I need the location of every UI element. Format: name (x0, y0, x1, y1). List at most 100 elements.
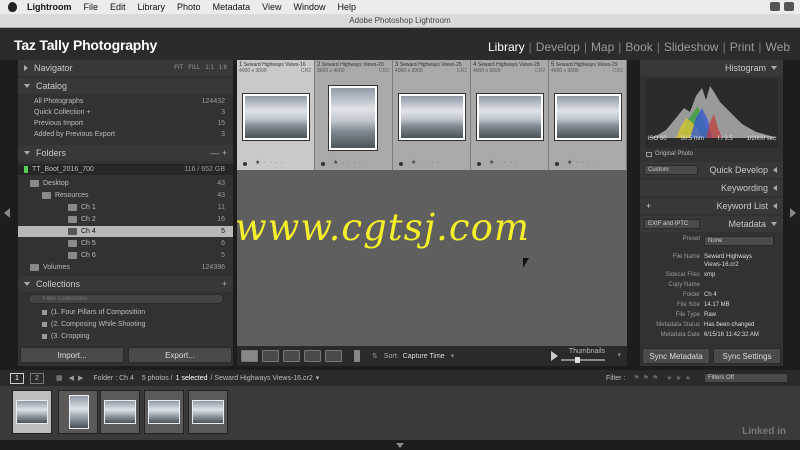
survey-view-icon[interactable] (304, 350, 321, 362)
people-view-icon[interactable] (325, 350, 342, 362)
collection-item[interactable]: (2. Composing While Shooting (18, 319, 233, 330)
folder-ch2[interactable]: Ch 2 16 (18, 214, 233, 225)
menu-library[interactable]: Library (138, 2, 166, 12)
photo-thumbnail[interactable] (243, 94, 309, 140)
collection-item[interactable]: (3. Cropping (18, 331, 233, 342)
volume-row[interactable]: TT_Boot_2016_700 116 / 652 GB (18, 164, 233, 175)
photo-thumbnail[interactable] (555, 94, 621, 140)
folder-resources[interactable]: Resources 43 (18, 190, 233, 201)
forward-arrow-icon[interactable]: ▶ (78, 374, 83, 382)
flag-icon[interactable] (243, 162, 247, 166)
folder-source-label[interactable]: Folder : Ch 4 (93, 375, 133, 382)
module-map[interactable]: Map (587, 40, 618, 54)
chevron-down-icon[interactable]: ▾ (316, 374, 320, 382)
chevron-down-icon[interactable]: ▾ (451, 352, 455, 360)
flag-icon[interactable] (399, 162, 403, 166)
flag-icon[interactable] (555, 162, 559, 166)
catalog-previous-import[interactable]: Previous Import 15 (18, 118, 233, 129)
grid-cell[interactable]: 2 Seward Highways Views-20 3000 x 4000 CR… (315, 60, 393, 170)
selected-file-name[interactable]: / Seward Highways Views-16.cr2 (211, 375, 313, 382)
menu-help[interactable]: Help (337, 2, 356, 12)
grid-cell[interactable]: 5 Seward Highways Views-29 4000 x 3000 CR… (549, 60, 627, 170)
folder-ch1[interactable]: Ch 1 11 (18, 202, 233, 213)
add-collection-icon[interactable]: + (222, 279, 233, 289)
menu-edit[interactable]: Edit (110, 2, 126, 12)
folder-ch5[interactable]: Ch 56 (18, 238, 233, 249)
compare-view-icon[interactable] (283, 350, 300, 362)
export-button[interactable]: Export... (128, 347, 232, 363)
menu-view[interactable]: View (262, 2, 281, 12)
menu-file[interactable]: File (84, 2, 99, 12)
folder-desktop[interactable]: Desktop 43 (18, 178, 233, 189)
menu-window[interactable]: Window (293, 2, 325, 12)
menu-metadata[interactable]: Metadata (213, 2, 251, 12)
sort-direction-icon[interactable]: ⇅ (372, 352, 378, 360)
metadata-preset-select[interactable]: None (704, 236, 774, 246)
menu-app[interactable]: Lightroom (27, 2, 72, 12)
airplay-icon[interactable] (770, 2, 780, 11)
photo-thumbnail[interactable] (329, 86, 377, 150)
back-arrow-icon[interactable]: ◀ (69, 374, 74, 382)
metadata-set-select[interactable]: EXIF and IPTC (644, 219, 700, 229)
catalog-added-by-export[interactable]: Added by Previous Export 3 (18, 129, 233, 140)
star-rating[interactable]: ★ · · · · (411, 159, 440, 166)
catalog-header[interactable]: Catalog (18, 78, 233, 94)
module-develop[interactable]: Develop (532, 40, 584, 54)
metadata-header[interactable]: EXIF and IPTC Metadata (640, 216, 783, 232)
filmstrip-toggle-icon[interactable] (396, 443, 404, 448)
filmstrip-thumbnail[interactable] (144, 390, 184, 434)
module-web[interactable]: Web (762, 40, 794, 54)
catalog-quick-collection[interactable]: Quick Collection +3 (18, 107, 233, 118)
histogram-header[interactable]: Histogram (640, 60, 783, 76)
filmstrip-thumbnail[interactable] (188, 390, 228, 434)
star-rating[interactable]: ★ · · · · (567, 159, 596, 166)
slider-knob[interactable] (574, 357, 580, 363)
module-book[interactable]: Book (621, 40, 656, 54)
add-keyword-icon[interactable]: + (646, 201, 651, 211)
filmstrip-thumbnail[interactable] (12, 390, 52, 434)
flag-icon[interactable] (477, 162, 481, 166)
add-folder-icon[interactable]: — + (210, 148, 233, 158)
filmstrip-thumbnail[interactable] (100, 390, 140, 434)
module-slideshow[interactable]: Slideshow (660, 40, 723, 54)
thumbnail-size-slider[interactable] (561, 357, 605, 363)
apple-icon[interactable] (8, 2, 17, 12)
flag-icon[interactable] (321, 162, 325, 166)
collection-item[interactable]: (1. Four Pillars of Composition (18, 307, 233, 318)
folders-header[interactable]: Folders — + (18, 145, 233, 161)
star-rating[interactable]: ★ · · · · (255, 159, 284, 166)
main-window-button[interactable]: 1 (10, 372, 24, 384)
folder-ch4[interactable]: Ch 45 (18, 226, 233, 237)
grid-icon[interactable]: ▦ (56, 374, 63, 382)
module-library[interactable]: Library (484, 40, 529, 54)
quick-develop-preset-select[interactable]: Custom (644, 165, 698, 175)
keywording-header[interactable]: Keywording (640, 180, 783, 196)
keyword-list-header[interactable]: + Keyword List (640, 198, 783, 214)
grid-view-icon[interactable] (241, 350, 258, 362)
secondary-window-button[interactable]: 2 (30, 372, 44, 384)
collections-header[interactable]: Collections + (18, 276, 233, 292)
spray-can-icon[interactable] (354, 350, 360, 362)
sync-settings-button[interactable]: Sync Settings (713, 348, 781, 364)
sync-metadata-button[interactable]: Sync Metadata (642, 348, 710, 364)
right-panel-toggle-icon[interactable] (790, 208, 796, 218)
loupe-view-icon[interactable] (262, 350, 279, 362)
original-photo-toggle[interactable]: Original Photo (646, 151, 693, 157)
zoom-fit[interactable]: FIT (174, 65, 183, 71)
zoom-1-8[interactable]: 1:8 (219, 65, 227, 71)
wifi-icon[interactable] (784, 2, 794, 11)
photo-thumbnail[interactable] (399, 94, 465, 140)
module-print[interactable]: Print (726, 40, 759, 54)
filmstrip-thumbnail[interactable] (58, 390, 98, 434)
toolbar-menu-chevron-icon[interactable]: ▾ (617, 351, 621, 359)
left-panel-toggle-icon[interactable] (4, 208, 10, 218)
photo-thumbnail[interactable] (477, 94, 543, 140)
menu-photo[interactable]: Photo (177, 2, 201, 12)
quick-develop-header[interactable]: Custom Quick Develop (640, 162, 783, 178)
folder-volumes[interactable]: Volumes 124396 (18, 262, 233, 273)
zoom-1-1[interactable]: 1:1 (205, 65, 213, 71)
collection-filter-input[interactable] (28, 294, 224, 304)
navigator-header[interactable]: Navigator FIT FILL 1:1 1:8 (18, 60, 233, 76)
grid-cell[interactable]: 3 Seward Highways Views-25 4000 x 3000 CR… (393, 60, 471, 170)
filter-flag-icons[interactable]: ⚑⚑⚑ ★★★ (633, 374, 694, 382)
